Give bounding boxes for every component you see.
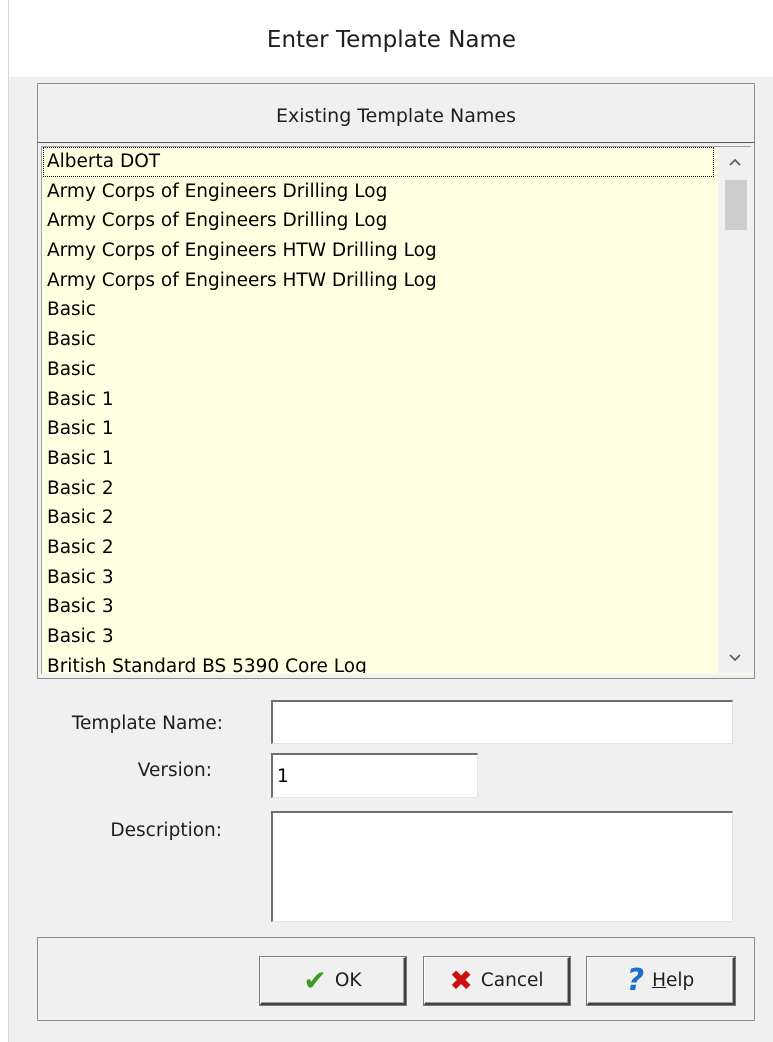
chevron-down-icon[interactable] [719, 643, 751, 673]
list-item[interactable]: Alberta DOT [43, 147, 714, 177]
dialog-title: Enter Template Name [9, 0, 773, 77]
version-input[interactable] [271, 753, 478, 798]
description-label: Description: [110, 820, 222, 841]
x-icon: ✖ [449, 963, 473, 997]
description-textarea[interactable] [271, 811, 733, 922]
template-name-input[interactable] [271, 700, 733, 744]
list-item[interactable]: Army Corps of Engineers HTW Drilling Log [42, 266, 716, 296]
list-item[interactable]: Basic 2 [42, 533, 716, 563]
list-item[interactable]: Army Corps of Engineers Drilling Log [42, 177, 716, 207]
enter-template-name-dialog: Enter Template Name Existing Template Na… [8, 0, 773, 1042]
template-listbox[interactable]: Alberta DOT Army Corps of Engineers Drill… [41, 146, 751, 674]
question-icon: ? [626, 962, 645, 998]
check-icon: ✔ [303, 963, 327, 997]
list-item[interactable]: Basic [42, 325, 716, 355]
list-item[interactable]: Basic 1 [42, 414, 716, 444]
list-header: Existing Template Names [38, 84, 754, 143]
help-button[interactable]: ? Help [587, 957, 735, 1005]
cancel-button[interactable]: ✖ Cancel [424, 957, 570, 1005]
list-item[interactable]: Basic 2 [42, 474, 716, 504]
list-item[interactable]: Army Corps of Engineers HTW Drilling Log [42, 236, 716, 266]
list-item[interactable]: Basic 1 [42, 444, 716, 474]
list-item[interactable]: Basic 1 [42, 385, 716, 415]
list-item[interactable]: Basic 3 [42, 563, 716, 593]
list-item[interactable]: Basic [42, 355, 716, 385]
list-item[interactable]: Basic 2 [42, 503, 716, 533]
chevron-up-icon[interactable] [719, 147, 751, 177]
list-item[interactable]: Army Corps of Engineers Drilling Log [42, 206, 716, 236]
scroll-thumb[interactable] [725, 180, 747, 230]
list-item[interactable]: Basic 3 [42, 622, 716, 652]
button-panel: ✔ OK ✖ Cancel ? Help [37, 937, 755, 1021]
ok-label: OK [334, 970, 362, 991]
ok-button[interactable]: ✔ OK [260, 957, 406, 1005]
list-items-container: Alberta DOT Army Corps of Engineers Drill… [42, 147, 716, 673]
list-item[interactable]: Basic [42, 295, 716, 325]
template-list-panel: Existing Template Names Alberta DOT Army … [37, 83, 755, 679]
vertical-scrollbar[interactable] [718, 147, 751, 673]
list-item[interactable]: British Standard BS 5390 Core Log [42, 652, 716, 673]
template-name-label: Template Name: [71, 713, 223, 734]
cancel-label: Cancel [480, 970, 544, 991]
version-label: Version: [137, 760, 212, 781]
list-item[interactable]: Basic 3 [42, 592, 716, 622]
help-label: Help [652, 970, 695, 991]
